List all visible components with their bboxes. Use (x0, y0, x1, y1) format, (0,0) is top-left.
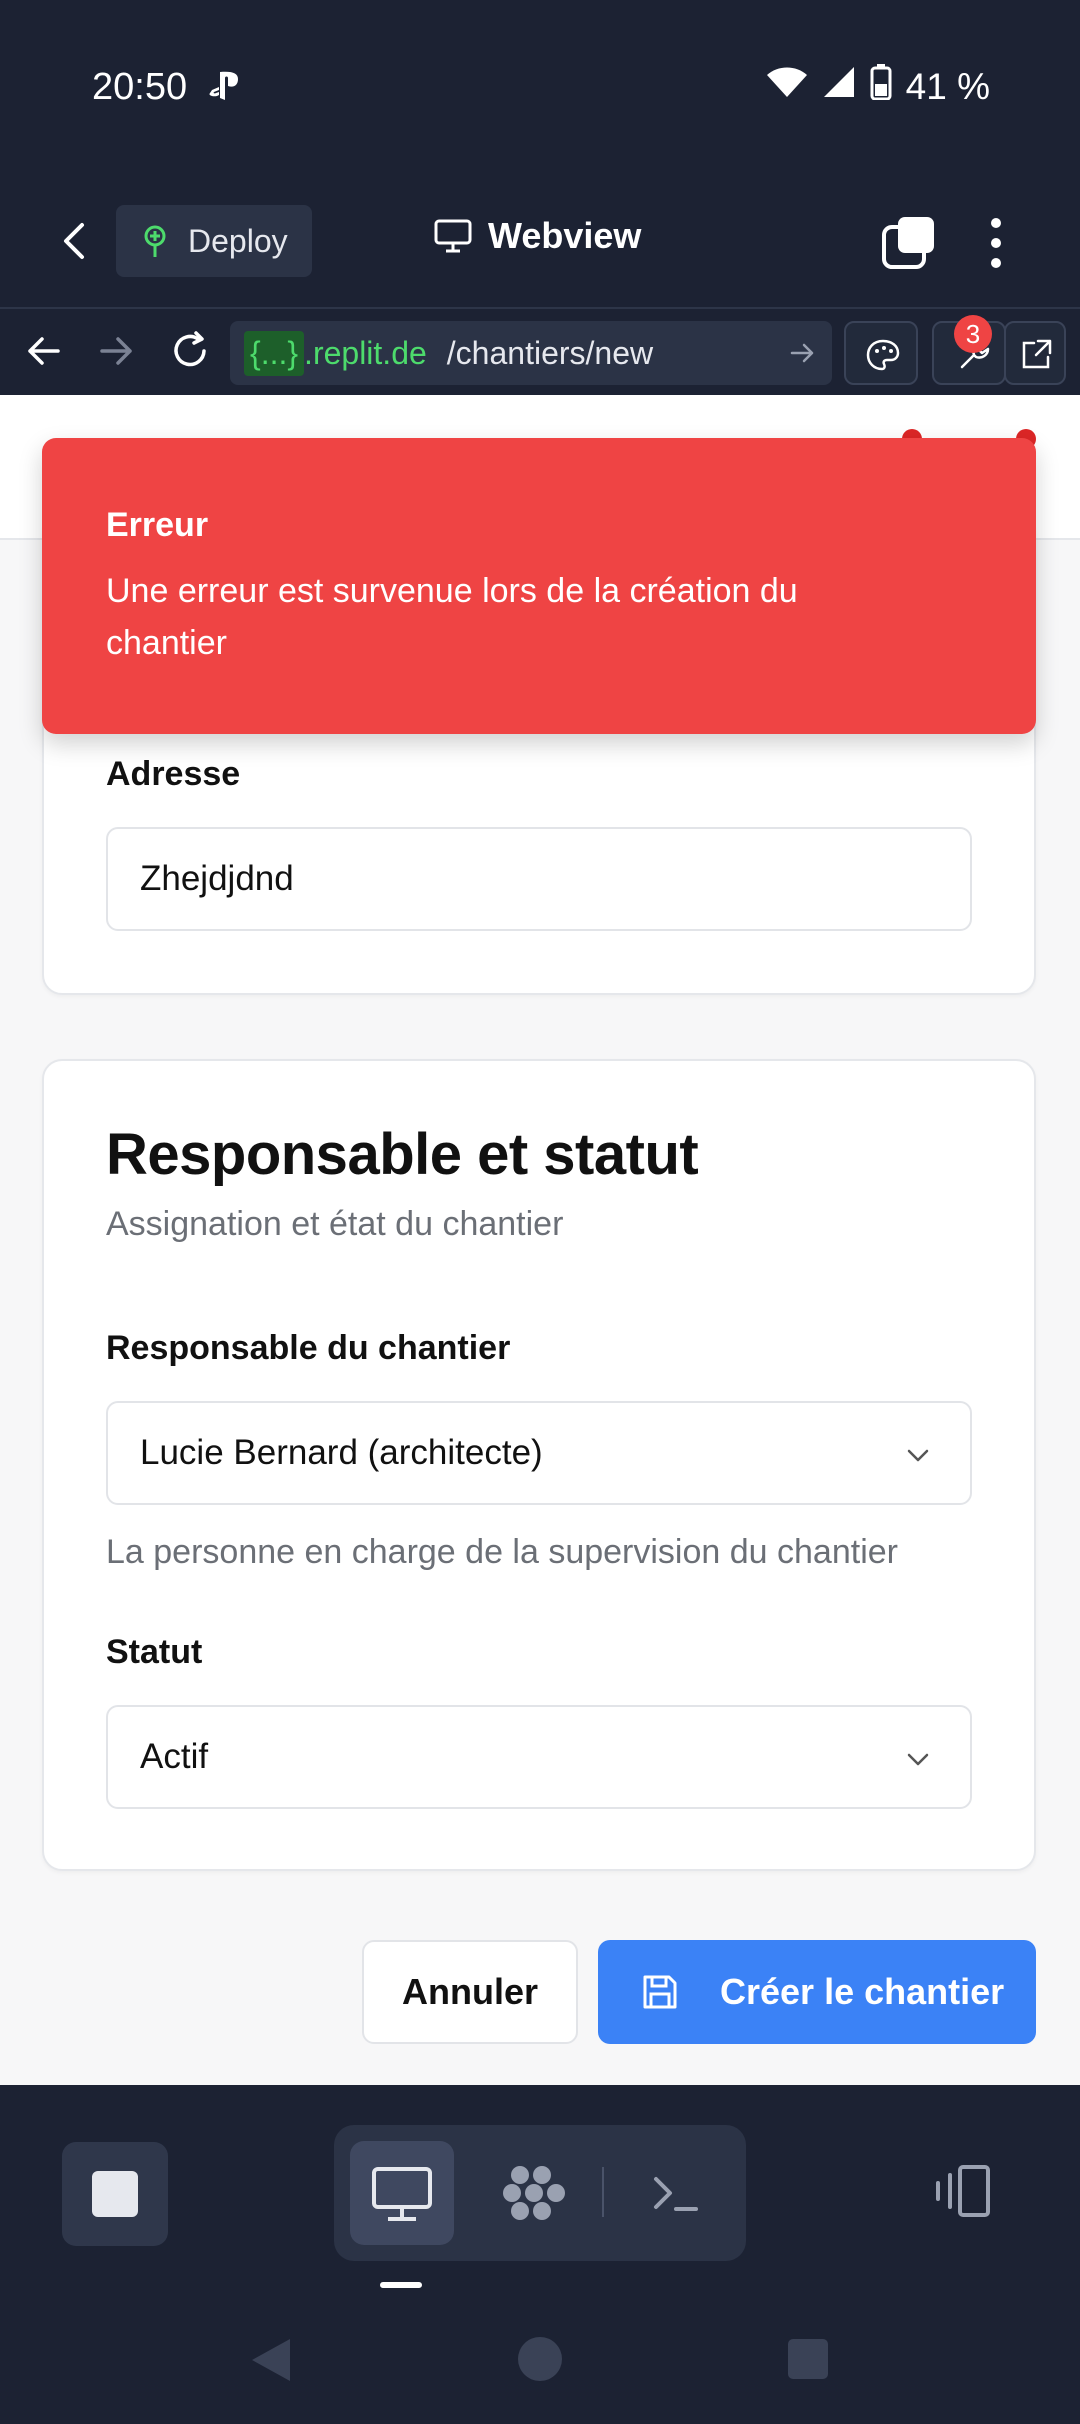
bottom-toolbar (0, 2085, 1080, 2295)
reload-icon (174, 331, 206, 367)
system-back-icon[interactable] (248, 2335, 294, 2385)
address-label: Adresse (106, 755, 241, 793)
section-subtitle: Assignation et état du chantier (106, 1205, 564, 1243)
external-link-icon (1022, 339, 1052, 369)
status-label: Statut (106, 1633, 203, 1671)
manager-label: Responsable du chantier (106, 1329, 511, 1367)
url-path: /chantiers/new (446, 334, 654, 371)
status-indicators: 41 % (766, 64, 990, 109)
playstation-icon (208, 70, 244, 110)
agent-tab[interactable] (482, 2141, 586, 2245)
chevron-down-icon (907, 1753, 929, 1766)
open-external-button[interactable] (1004, 321, 1066, 385)
reload-button[interactable] (168, 329, 212, 373)
tabs-button[interactable] (880, 215, 936, 271)
webview-title: Webview (434, 215, 641, 257)
chevron-down-icon (907, 1449, 929, 1462)
switch-device-button[interactable] (930, 2163, 994, 2219)
shell-tab[interactable] (624, 2141, 728, 2245)
wifi-icon (766, 65, 808, 108)
arrow-right-icon (100, 337, 132, 365)
deploy-button[interactable]: Deploy (116, 205, 312, 277)
nav-forward-button[interactable] (94, 329, 138, 373)
go-arrow-icon[interactable] (786, 337, 818, 369)
webview-title-label: Webview (488, 215, 642, 256)
terminal-icon (654, 2177, 698, 2211)
create-chantier-label: Créer le chantier (720, 1971, 1005, 2012)
url-bar: {...} .replit.de /chantiers/new (0, 307, 1080, 395)
stop-button[interactable] (62, 2142, 168, 2246)
device-switch-icon (936, 2165, 990, 2217)
system-recents-icon[interactable] (786, 2337, 830, 2381)
battery-icon (870, 64, 892, 109)
agent-icon (503, 2166, 565, 2220)
chevron-left-icon (64, 223, 84, 259)
manager-help-text: La personne en charge de la supervision … (106, 1533, 898, 1571)
save-icon (643, 1975, 677, 2009)
battery-level: 41 % (905, 65, 990, 107)
url-host: .replit.de (304, 334, 427, 371)
error-toast[interactable]: Erreur Une erreur est survenue lors de l… (42, 438, 1036, 734)
section-title: Responsable et statut (106, 1122, 699, 1187)
monitor-icon (434, 219, 472, 253)
app-header: Deploy Webview (0, 175, 1080, 307)
system-home-icon[interactable] (516, 2335, 564, 2383)
toast-message: Une erreur est survenue lors de la créat… (106, 572, 798, 662)
back-button[interactable] (50, 211, 100, 271)
palette-icon (866, 339, 900, 371)
tabs-icon (882, 217, 934, 269)
create-chantier-button[interactable]: Créer le chantier (598, 1940, 1036, 2044)
deploy-icon (144, 225, 166, 257)
more-vertical-icon (991, 218, 1001, 268)
toast-title: Erreur (106, 506, 209, 544)
signal-icon (822, 65, 856, 108)
manager-select[interactable]: Lucie Bernard (architecte) (106, 1401, 972, 1505)
arrow-left-icon (28, 337, 60, 365)
url-host-tag: {...} (244, 330, 305, 376)
webview-tab[interactable] (350, 2141, 454, 2245)
status-time: 20:50 (92, 66, 188, 108)
devtools-badge: 3 (954, 315, 992, 353)
stop-icon (92, 2171, 138, 2217)
status-value: Actif (140, 1737, 209, 1776)
more-options-button[interactable] (984, 213, 1008, 273)
monitor-icon (372, 2167, 432, 2221)
theme-button[interactable] (844, 321, 918, 385)
status-select[interactable]: Actif (106, 1705, 972, 1809)
view-switcher (334, 2125, 746, 2261)
active-tab-indicator (380, 2282, 422, 2288)
divider (602, 2167, 604, 2217)
address-input[interactable]: Zhejdjdnd (106, 827, 972, 931)
status-bar: 20:50 41 % (0, 0, 1080, 175)
deploy-label: Deploy (188, 222, 288, 259)
nav-back-button[interactable] (22, 329, 66, 373)
cancel-button[interactable]: Annuler (362, 1940, 578, 2044)
system-navigation (0, 2295, 1080, 2424)
manager-value: Lucie Bernard (architecte) (140, 1433, 543, 1472)
url-input[interactable]: {...} .replit.de /chantiers/new (230, 321, 832, 385)
